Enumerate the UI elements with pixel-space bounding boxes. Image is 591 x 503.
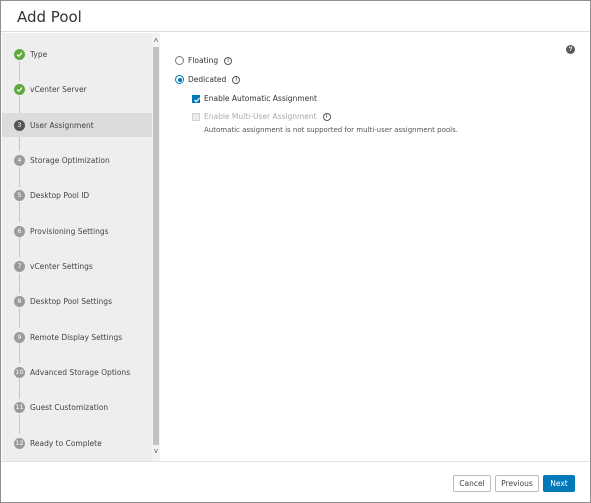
multi-user-note: Automatic assignment is not supported fo… bbox=[204, 126, 458, 134]
floating-radio[interactable] bbox=[175, 56, 184, 65]
scroll-down-icon[interactable]: ˅ bbox=[152, 447, 160, 457]
step-guest-customization[interactable]: 11 Guest Customization bbox=[2, 395, 152, 419]
step-complete-check-icon bbox=[14, 48, 25, 60]
step-label: Desktop Pool Settings bbox=[30, 296, 112, 306]
step-user-assignment[interactable]: 3 User Assignment bbox=[2, 113, 152, 137]
step-label: Guest Customization bbox=[30, 402, 109, 412]
info-icon[interactable]: i bbox=[322, 112, 331, 121]
step-label: Remote Display Settings bbox=[30, 332, 123, 342]
wizard-steps: Type vCenter Server 3 User Assignment 4 … bbox=[2, 33, 152, 461]
info-icon[interactable]: i bbox=[232, 75, 241, 84]
step-complete-check-icon bbox=[14, 83, 25, 95]
dedicated-option[interactable]: Dedicated i bbox=[175, 75, 241, 84]
step-provisioning-settings[interactable]: 6 Provisioning Settings bbox=[2, 219, 152, 243]
previous-button[interactable]: Previous bbox=[495, 475, 539, 492]
dedicated-label: Dedicated bbox=[188, 75, 227, 84]
dialog-footer: Cancel Previous Next bbox=[1, 461, 590, 502]
wizard-sidebar: Type vCenter Server 3 User Assignment 4 … bbox=[2, 33, 160, 461]
step-ready-to-complete[interactable]: 12 Ready to Complete bbox=[2, 431, 152, 455]
step-label: User Assignment bbox=[30, 120, 94, 130]
step-desktop-pool-id[interactable]: 5 Desktop Pool ID bbox=[2, 183, 152, 207]
step-label: vCenter Settings bbox=[30, 261, 93, 271]
multi-user-assignment-option: Enable Multi-User Assignment i bbox=[192, 112, 331, 121]
step-number: 7 bbox=[14, 260, 25, 272]
scrollbar-thumb[interactable] bbox=[153, 47, 159, 445]
step-number: 3 bbox=[14, 119, 25, 131]
step-number: 5 bbox=[14, 189, 25, 201]
step-label: Storage Optimization bbox=[30, 155, 110, 165]
step-label: Advanced Storage Options bbox=[30, 367, 131, 377]
step-number: 4 bbox=[14, 154, 25, 166]
step-number: 6 bbox=[14, 225, 25, 237]
step-desktop-pool-settings[interactable]: 8 Desktop Pool Settings bbox=[2, 289, 152, 313]
floating-label: Floating bbox=[188, 56, 219, 65]
scroll-up-icon[interactable]: ˄ bbox=[152, 36, 160, 46]
auto-assignment-label: Enable Automatic Assignment bbox=[204, 94, 317, 103]
floating-option[interactable]: Floating i bbox=[175, 56, 233, 65]
step-number: 8 bbox=[14, 295, 25, 307]
step-number: 11 bbox=[14, 401, 25, 413]
sidebar-scrollbar[interactable]: ˄ ˅ bbox=[152, 33, 160, 461]
step-label: Provisioning Settings bbox=[30, 226, 109, 236]
auto-assignment-checkbox[interactable] bbox=[192, 94, 200, 103]
step-remote-display-settings[interactable]: 9 Remote Display Settings bbox=[2, 325, 152, 349]
cancel-button[interactable]: Cancel bbox=[453, 475, 491, 492]
step-type[interactable]: Type bbox=[2, 42, 152, 66]
step-label: vCenter Server bbox=[30, 84, 87, 94]
step-number: 10 bbox=[14, 366, 25, 378]
multi-user-assignment-label: Enable Multi-User Assignment bbox=[204, 112, 317, 121]
dialog-header: Add Pool bbox=[1, 1, 590, 32]
step-advanced-storage-options[interactable]: 10 Advanced Storage Options bbox=[2, 360, 152, 384]
step-label: Ready to Complete bbox=[30, 438, 102, 448]
step-number: 9 bbox=[14, 331, 25, 343]
dialog-title: Add Pool bbox=[17, 8, 82, 26]
help-icon[interactable]: ? bbox=[566, 45, 575, 54]
multi-user-assignment-checkbox bbox=[192, 112, 200, 121]
add-pool-dialog: Add Pool Type vCenter Server 3 User Assi… bbox=[0, 0, 591, 503]
step-label: Type bbox=[30, 49, 48, 59]
info-icon[interactable]: i bbox=[224, 56, 233, 65]
step-vcenter-server[interactable]: vCenter Server bbox=[2, 77, 152, 101]
step-label: Desktop Pool ID bbox=[30, 190, 90, 200]
dedicated-radio[interactable] bbox=[175, 75, 184, 84]
next-button[interactable]: Next bbox=[543, 475, 575, 492]
auto-assignment-option[interactable]: Enable Automatic Assignment bbox=[192, 94, 317, 103]
wizard-content: ? Floating i Dedicated i Enable Automati… bbox=[161, 33, 590, 461]
step-vcenter-settings[interactable]: 7 vCenter Settings bbox=[2, 254, 152, 278]
step-number: 12 bbox=[14, 437, 25, 449]
step-storage-optimization[interactable]: 4 Storage Optimization bbox=[2, 148, 152, 172]
